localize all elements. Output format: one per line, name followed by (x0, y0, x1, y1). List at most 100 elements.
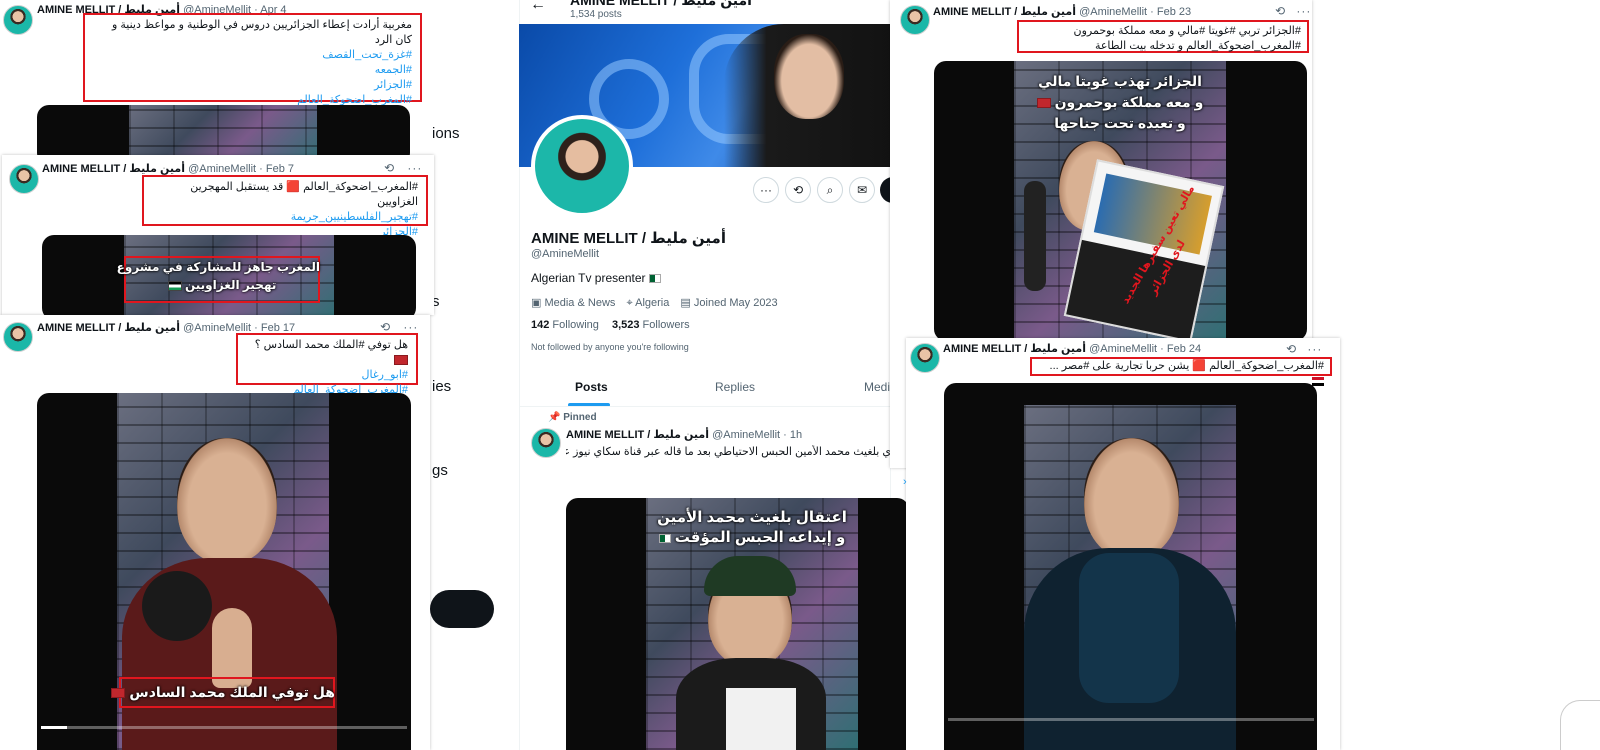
video-overlay: هل توفي الملك محمد السادس (111, 684, 335, 701)
palestine-flag-icon (167, 280, 182, 291)
post-header: AMINE MELLIT / أمين مليط @AmineMellit · … (933, 5, 1191, 18)
pinned-video-overlay-line2-text: و إيداعه الحبس المؤقت (674, 529, 846, 546)
highlighted-post-text: هل توفي #الملك محمد السادس ؟ #ابو_رغال #… (236, 333, 418, 396)
highlighted-post-text: #الجزائر تربي #غويتا #مالي و معه مملكة ب… (1017, 20, 1309, 53)
post-author[interactable]: AMINE MELLIT / أمين مليط (943, 343, 1086, 355)
video-overlay-line3: و تعيده تحت جناحها (1054, 115, 1186, 131)
post-text-line: مغربية أرادت إعطاء الجزائريين دروس في ال… (112, 19, 412, 46)
video-progress-bar[interactable] (948, 718, 1314, 721)
video-overlay-line2: تهجير الغزاويين (124, 278, 320, 292)
post-author[interactable]: AMINE MELLIT / أمين مليط (42, 163, 185, 175)
link-fragment-arrow: › (903, 476, 907, 488)
pinned-indicator: 📌 Pinned (548, 412, 597, 423)
video-overlay-line2-text: و معه مملكة بوحمرون (1054, 94, 1204, 110)
profile-meta-row: ▣ Media & News ⌖ Algeria ▤ Joined May 20… (531, 296, 778, 310)
repost-icon[interactable]: ⟲ (1286, 342, 1297, 356)
hashtag-link[interactable]: #غزة_تحت_القصف (93, 48, 412, 63)
repost-icon[interactable]: ⟲ (384, 161, 395, 175)
video-overlay-line2-text: تهجير الغزاويين (184, 278, 277, 292)
post-video[interactable] (944, 383, 1317, 750)
hashtag-link[interactable]: #الجمعه (93, 63, 412, 78)
pinned-post-avatar[interactable] (531, 428, 561, 458)
pinned-post-author[interactable]: AMINE MELLIT / أمين مليط (566, 429, 709, 441)
more-icon[interactable]: ··· (1307, 342, 1322, 356)
tab-posts[interactable]: Posts (575, 380, 608, 394)
post-text: #المغرب_اضحوكة_العالم 🟥 يشن حربا تجارية … (1049, 360, 1324, 372)
highlighted-post-text: #المغرب_اضحوكة_العالم 🟥 يشن حربا تجارية … (1030, 357, 1332, 386)
algeria-flag-icon (648, 274, 661, 284)
tab-media[interactable]: Medi (864, 380, 890, 394)
post-avatar[interactable] (910, 343, 940, 373)
pinned-post-video[interactable]: اعتقال بلغيث محمد الأمين و إيداعه الحبس … (566, 498, 909, 750)
following-link[interactable]: 142 Following (531, 319, 602, 331)
hashtag-link[interactable]: #ابو_رغال (246, 368, 408, 383)
profile-joined: Joined May 2023 (693, 297, 778, 309)
not-followed-note: Not followed by anyone you're following (531, 342, 689, 352)
morocco-flag-icon (1036, 98, 1051, 109)
profile-display-name: AMINE MELLIT / أمين مليط (531, 230, 726, 247)
post-text-line: #الجزائر تربي #غويتا #مالي و معه مملكة ب… (1073, 25, 1301, 37)
post-author[interactable]: AMINE MELLIT / أمين مليط (933, 6, 1076, 18)
algeria-flag-icon (658, 533, 671, 543)
post-author[interactable]: AMINE MELLIT / أمين مليط (37, 322, 180, 334)
pin-icon: 📌 (548, 412, 561, 423)
back-arrow-icon[interactable]: ← (530, 0, 546, 14)
post-video[interactable]: هل توفي الملك محمد السادس (37, 393, 411, 750)
pinned-label: Pinned (563, 412, 597, 423)
video-overlay-line1: المغرب جاهز للمشاركة في مشروع (117, 260, 320, 274)
highlighted-post-text: مغربية أرادت إعطاء الجزائريين دروس في ال… (83, 13, 422, 106)
post-top-icons: ⟲ ··· (1275, 4, 1311, 18)
pinned-video-overlay-line2: و إيداعه الحبس المؤقت (646, 528, 858, 546)
post-top-icons: ⟲ ··· (1286, 342, 1322, 356)
repost-icon-button[interactable]: ⟲ (785, 177, 811, 203)
post-video[interactable]: الجزائر تهذب غويتا مالي و معه مملكة بوحم… (934, 61, 1307, 341)
repost-icon[interactable]: ⟲ (1275, 4, 1286, 18)
search-icon: ⌕ (826, 182, 834, 197)
microphone-icon (142, 571, 212, 641)
egypt-flag-icon (1312, 376, 1324, 386)
post-avatar[interactable] (3, 5, 33, 35)
background-button (430, 590, 494, 628)
tab-replies[interactable]: Replies (715, 380, 755, 394)
video-person (1084, 438, 1179, 558)
video-overlay-line2: و معه مملكة بوحمرون (1014, 94, 1226, 111)
post-text-line: #المغرب_اضحوكة_العالم 🟥 قد يستقبل المهجر… (190, 181, 418, 208)
post-video[interactable] (37, 105, 410, 160)
hashtag-link[interactable]: #تهجير_الفلسطينيين_جريمة (152, 210, 418, 225)
video-person (177, 438, 277, 563)
pinned-post-header: AMINE MELLIT / أمين مليط @AmineMellit · … (566, 428, 802, 441)
more-icon[interactable]: ··· (1296, 4, 1311, 18)
repost-icon[interactable]: ⟲ (380, 320, 391, 334)
following-count: 142 (531, 319, 550, 331)
screen-edge-fragment (1560, 700, 1600, 750)
post-top-icons: ⟲ ··· (380, 320, 418, 334)
video-overlay-line1-text: الجزائر تهذب غويتا مالي (1038, 73, 1202, 89)
more-options-button[interactable]: ··· (753, 177, 779, 203)
post-video[interactable]: المغرب جاهز للمشاركة في مشروع تهجير الغز… (42, 235, 416, 315)
highlighted-post-text: #المغرب_اضحوكة_العالم 🟥 قد يستقبل المهجر… (142, 175, 428, 238)
post-text-line: هل توفي #الملك محمد السادس ؟ (246, 338, 408, 368)
post-avatar[interactable] (3, 322, 33, 352)
post-meta: @AmineMellit · Feb 7 (188, 163, 294, 175)
followers-count: 3,523 (611, 319, 640, 331)
message-button[interactable]: ✉ (849, 177, 875, 203)
profile-handle: @AmineMellit (531, 248, 600, 260)
background-text-fragment: ions (432, 125, 460, 142)
post-avatar[interactable] (9, 164, 39, 194)
hashtag-link[interactable]: #الجزائر (93, 78, 412, 93)
video-progress-fill (41, 726, 67, 729)
scarf-shape (1079, 553, 1179, 703)
profile-bio: Algerian Tv presenter (531, 271, 661, 285)
post-avatar[interactable] (900, 5, 930, 35)
location-icon: ⌖ (626, 297, 633, 309)
post-text: هل توفي #الملك محمد السادس ؟ (254, 339, 408, 351)
search-button[interactable]: ⌕ (817, 177, 843, 203)
video-progress-bar[interactable] (41, 726, 407, 729)
post-top-icons: ⟲ ··· (384, 161, 422, 175)
more-icon[interactable]: ··· (407, 161, 422, 175)
background-text-fragment: ies (432, 378, 452, 395)
profile-avatar[interactable] (531, 115, 633, 217)
post-card-feb7: AMINE MELLIT / أمين مليط @AmineMellit · … (2, 155, 434, 315)
more-icon[interactable]: ··· (403, 320, 418, 334)
followers-link[interactable]: 3,523 Followers (612, 319, 690, 331)
